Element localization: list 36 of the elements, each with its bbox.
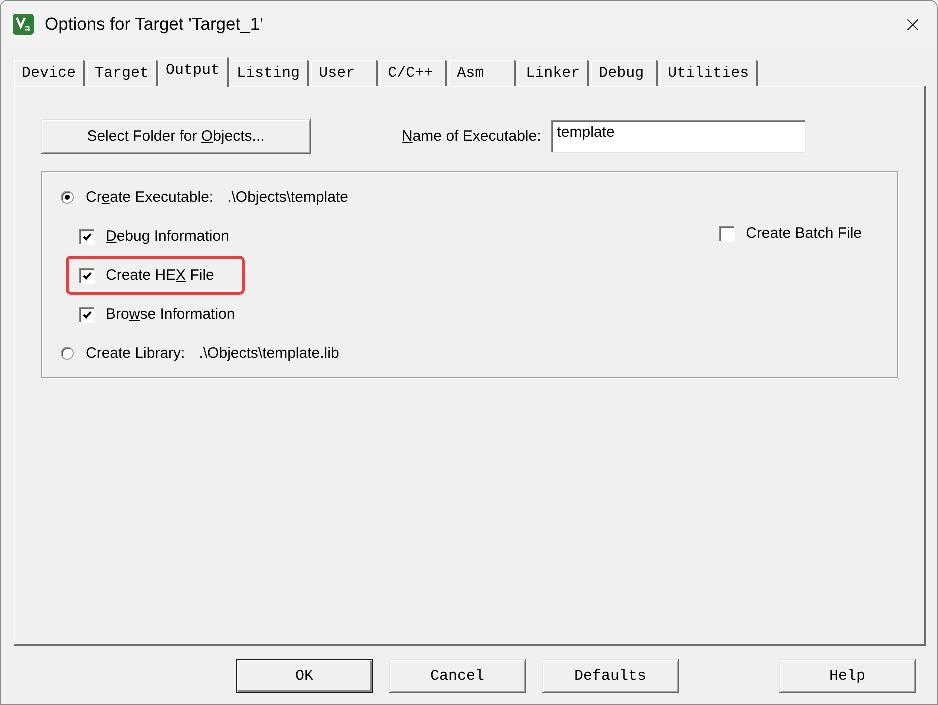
- output-path: .\Objects\template.lib: [199, 345, 340, 362]
- checkbox[interactable]: [79, 306, 95, 322]
- output-path: .\Objects\template: [228, 189, 348, 206]
- option-label: Create HEX File: [106, 267, 214, 284]
- dialog-button[interactable]: Cancel: [389, 659, 526, 693]
- tab[interactable]: Debug: [591, 60, 658, 86]
- dialog-button[interactable]: Defaults: [542, 659, 679, 693]
- executable-name-field[interactable]: template: [551, 120, 806, 153]
- select-folder-button[interactable]: Select Folder for Objects...: [41, 119, 311, 154]
- tab[interactable]: Linker: [518, 60, 590, 86]
- tab[interactable]: Target: [87, 60, 158, 86]
- checkbox[interactable]: [719, 226, 736, 242]
- tab[interactable]: User: [311, 60, 378, 86]
- checkbox[interactable]: [79, 228, 95, 244]
- field-label: Name of Executable:: [402, 128, 542, 145]
- tab[interactable]: Output: [158, 57, 230, 87]
- option-label: Browse Information: [106, 306, 236, 323]
- tab[interactable]: Asm: [449, 60, 516, 86]
- radio-button[interactable]: [61, 191, 74, 204]
- check-icon: [82, 310, 92, 318]
- check-icon: [82, 232, 92, 240]
- option-label: Create Executable:: [86, 189, 214, 206]
- check-icon: [82, 272, 92, 280]
- dialog-button[interactable]: OK: [236, 659, 373, 693]
- radio-button[interactable]: [61, 347, 74, 360]
- app-logo-icon: [13, 14, 34, 35]
- option-label: Create Library:: [86, 345, 186, 362]
- tab[interactable]: C/C++: [380, 60, 448, 86]
- option-label: Create Batch File: [746, 225, 862, 242]
- dialog-button[interactable]: Help: [779, 659, 916, 693]
- option-label: Debug Information: [106, 228, 230, 245]
- window-title: Options for Target 'Target_1': [45, 14, 264, 35]
- tab[interactable]: Utilities: [660, 60, 758, 86]
- checkbox[interactable]: [79, 268, 95, 284]
- tab[interactable]: Listing: [229, 60, 310, 86]
- tab[interactable]: Device: [14, 60, 86, 86]
